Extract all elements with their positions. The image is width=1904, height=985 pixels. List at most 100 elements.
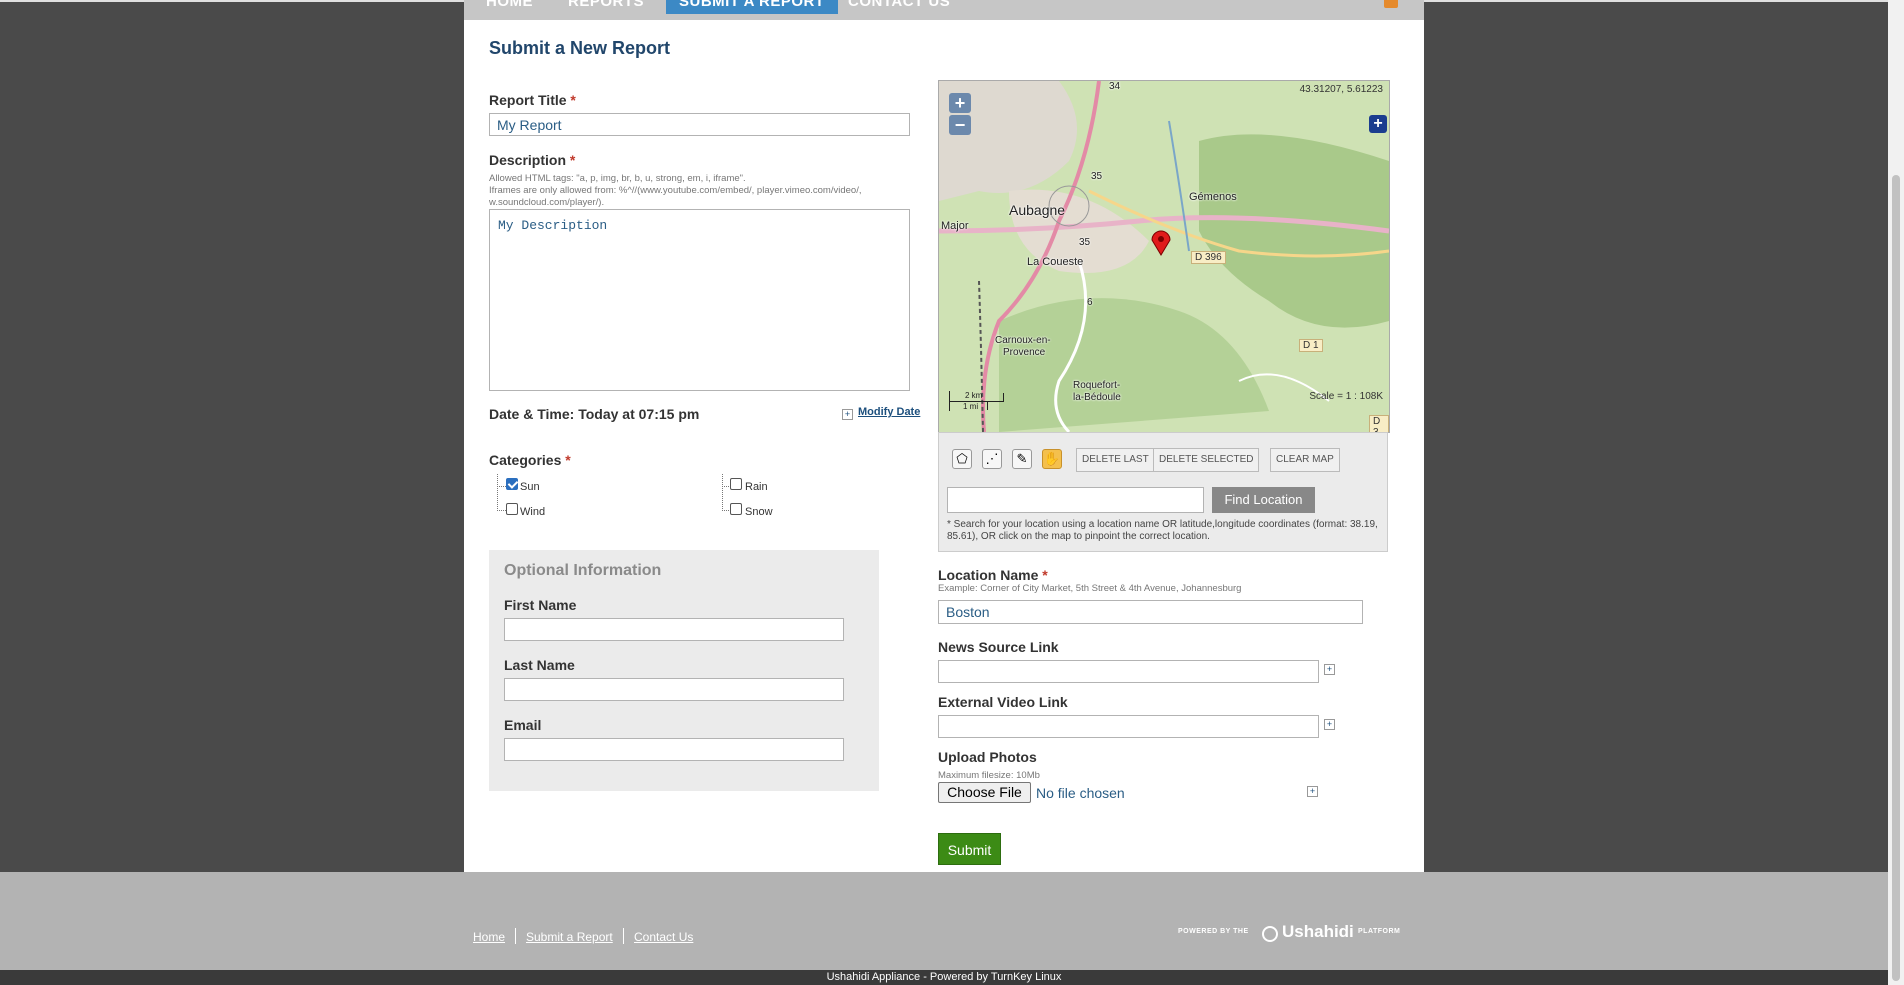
footer-link-submit-report[interactable]: Submit a Report <box>526 930 613 944</box>
add-news-link-icon[interactable]: + <box>1324 664 1335 675</box>
main-nav: HOME REPORTS SUBMIT A REPORT CONTACT US <box>464 0 1424 20</box>
pan-hand-icon[interactable]: ✋ <box>1042 449 1062 469</box>
road-number: 35 <box>1079 237 1091 248</box>
add-video-link-icon[interactable]: + <box>1324 719 1335 730</box>
scrollbar[interactable] <box>1888 0 1904 985</box>
last-name-input[interactable] <box>504 678 844 701</box>
first-name-label: First Name <box>504 597 577 613</box>
category-rain-checkbox[interactable] <box>730 478 742 490</box>
draw-polygon-icon[interactable]: ⬠ <box>952 449 972 469</box>
file-status: No file chosen <box>1036 785 1125 801</box>
category-sun-label: Sun <box>520 481 540 493</box>
platform-text: PLATFORM <box>1358 928 1401 935</box>
road-tag: D 3 <box>1369 415 1389 432</box>
map-label: Carnoux-en- <box>995 335 1051 346</box>
draw-line-icon[interactable]: ⋰ <box>982 449 1002 469</box>
zoom-out-button[interactable]: − <box>949 115 971 135</box>
news-source-label: News Source Link <box>938 639 1059 655</box>
rss-icon[interactable] <box>1384 0 1398 8</box>
nav-reports[interactable]: REPORTS <box>568 0 644 14</box>
report-title-input[interactable]: My Report <box>489 113 910 136</box>
email-input[interactable] <box>504 738 844 761</box>
scale-bar: 2 km 1 mi <box>949 391 1005 411</box>
nav-submit-report[interactable]: SUBMIT A REPORT <box>666 0 838 14</box>
categories-label-text: Categories <box>489 452 562 468</box>
zoom-in-button[interactable]: + <box>949 93 971 113</box>
location-map[interactable]: + − 43.31207, 5.61223 + Aubagne Gémenos … <box>938 80 1390 433</box>
scrollbar-thumb[interactable] <box>1892 175 1900 981</box>
submit-button[interactable]: Submit <box>938 833 1001 865</box>
clear-map-button[interactable]: CLEAR MAP <box>1270 448 1340 472</box>
nav-home[interactable]: HOME <box>486 0 533 14</box>
ushahidi-brand[interactable]: Ushahidi <box>1282 922 1354 942</box>
choose-file-button[interactable]: Choose File <box>938 782 1031 803</box>
road-number: 35 <box>1091 171 1103 182</box>
footer-bottom-bar: Ushahidi Appliance - Powered by TurnKey … <box>0 970 1888 985</box>
description-label: Description * <box>489 152 575 168</box>
road-tag: D 1 <box>1299 339 1323 352</box>
report-title-label: Report Title * <box>489 92 576 108</box>
categories-label: Categories * <box>489 452 571 468</box>
map-label: Provence <box>1003 347 1046 358</box>
video-link-input[interactable] <box>938 715 1319 738</box>
footer-link-home[interactable]: Home <box>473 930 505 944</box>
find-location-button[interactable]: Find Location <box>1212 487 1315 513</box>
footer-separator <box>515 928 516 944</box>
map-coordinates: 43.31207, 5.61223 <box>1299 84 1383 95</box>
footer-separator <box>623 928 624 944</box>
last-name-label: Last Name <box>504 657 575 673</box>
delete-selected-button[interactable]: DELETE SELECTED <box>1153 448 1260 472</box>
road-tag: D 396 <box>1191 251 1226 264</box>
location-name-label: Location Name * <box>938 567 1048 583</box>
category-sun-checkbox[interactable] <box>506 478 518 490</box>
location-search-help: * Search for your location using a locat… <box>947 519 1378 542</box>
optional-info-title: Optional Information <box>504 562 662 579</box>
description-textarea[interactable]: My Description <box>489 209 910 391</box>
required-marker: * <box>1042 567 1048 583</box>
map-tiles <box>939 81 1389 432</box>
map-label: Major <box>941 220 969 232</box>
expand-plus-icon[interactable]: + <box>842 409 853 420</box>
footer-link-contact[interactable]: Contact Us <box>634 930 693 944</box>
category-rain-label: Rain <box>745 481 768 493</box>
description-help-line: Iframes are only allowed from: %^//(www.… <box>489 185 862 196</box>
description-label-text: Description <box>489 152 567 168</box>
optional-info-panel: Optional Information First Name Last Nam… <box>489 550 879 791</box>
news-source-input[interactable] <box>938 660 1319 683</box>
category-snow-checkbox[interactable] <box>730 503 742 515</box>
map-label: la-Bédoule <box>1073 392 1121 403</box>
map-label: Gémenos <box>1189 191 1237 203</box>
delete-last-button[interactable]: DELETE LAST <box>1076 448 1155 472</box>
category-wind-checkbox[interactable] <box>506 503 518 515</box>
location-search-input[interactable] <box>947 487 1204 513</box>
footer <box>0 872 1888 985</box>
video-link-label: External Video Link <box>938 694 1068 710</box>
location-marker-icon[interactable] <box>1151 230 1171 256</box>
map-label: La Coueste <box>1027 256 1084 268</box>
category-snow-label: Snow <box>745 506 773 518</box>
required-marker: * <box>570 92 576 108</box>
location-name-input[interactable]: Boston <box>938 600 1363 624</box>
upload-max-size: Maximum filesize: 10Mb <box>938 770 1040 781</box>
email-label: Email <box>504 717 542 733</box>
page-title: Submit a New Report <box>489 38 671 58</box>
location-example: Example: Corner of City Market, 5th Stre… <box>938 583 1242 594</box>
first-name-input[interactable] <box>504 618 844 641</box>
required-marker: * <box>569 152 576 168</box>
main-page: HOME REPORTS SUBMIT A REPORT CONTACT US … <box>464 0 1424 901</box>
description-help: Allowed HTML tags: "a, p, img, br, b, u,… <box>489 173 909 209</box>
nav-contact[interactable]: CONTACT US <box>848 0 950 14</box>
description-help-line: Allowed HTML tags: "a, p, img, br, b, u,… <box>489 173 746 184</box>
modify-date-link[interactable]: Modify Date <box>858 406 920 418</box>
category-wind-label: Wind <box>520 506 546 518</box>
scale-mi: 1 mi <box>963 402 979 411</box>
add-photo-icon[interactable]: + <box>1307 786 1318 797</box>
location-name-label-text: Location Name <box>938 567 1039 583</box>
draw-point-icon[interactable]: ✎ <box>1012 449 1032 469</box>
scale-km: 2 km <box>965 391 983 400</box>
road-number: 6 <box>1087 297 1093 308</box>
upload-photos-label: Upload Photos <box>938 749 1037 765</box>
powered-by-text: POWERED BY THE <box>1178 928 1249 935</box>
datetime-label: Date & Time: Today at 07:15 pm <box>489 406 700 422</box>
layer-switcher-icon[interactable]: + <box>1369 115 1387 133</box>
